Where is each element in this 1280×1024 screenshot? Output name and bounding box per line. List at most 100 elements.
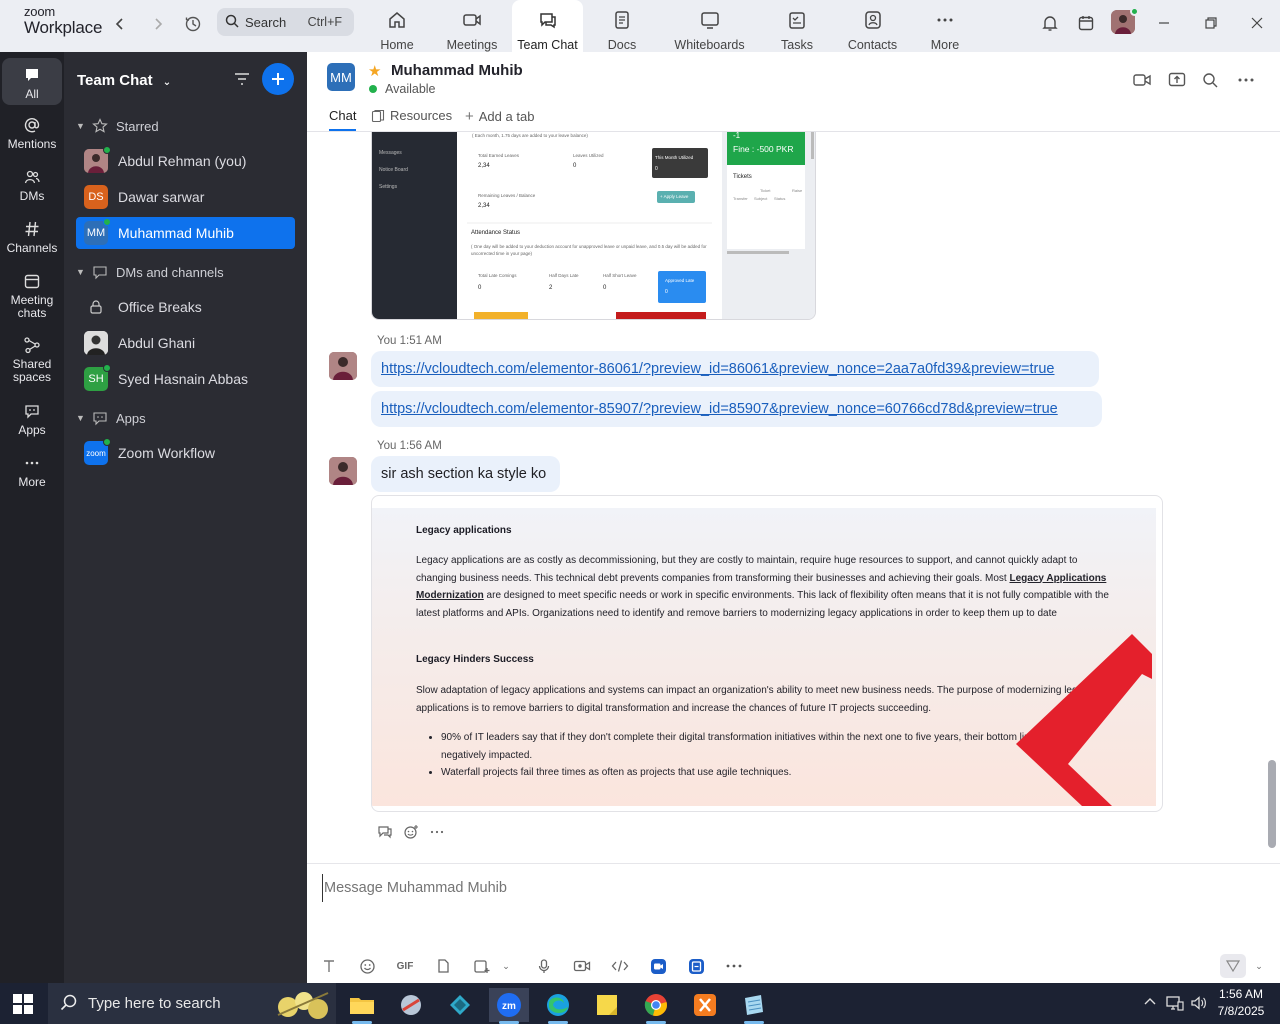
code-snippet-icon[interactable] — [610, 956, 630, 976]
message-bubble[interactable]: https://vcloudtech.com/elementor-85907/?… — [371, 391, 1102, 427]
more-options-icon[interactable] — [1236, 70, 1256, 90]
windows-start-icon[interactable] — [13, 994, 33, 1014]
image-attachment-dashboard[interactable]: Messages Notice Board Settings ( Each mo… — [371, 132, 816, 320]
edge-browser-icon[interactable] — [538, 988, 578, 1024]
add-reaction-icon[interactable] — [403, 824, 419, 845]
tab-more[interactable]: More — [925, 0, 965, 52]
minimize-icon[interactable] — [1152, 11, 1176, 35]
message-bubble[interactable]: sir ash section ka style ko — [371, 456, 560, 492]
taskbar-search[interactable]: Type here to search — [48, 983, 336, 1024]
file-explorer-icon[interactable] — [342, 988, 382, 1024]
file-icon[interactable] — [433, 956, 453, 976]
tab-home[interactable]: Home — [372, 0, 422, 52]
rail-shared-spaces[interactable]: Shared spaces — [2, 336, 62, 384]
microphone-icon[interactable] — [534, 956, 554, 976]
notepad-icon[interactable] — [734, 988, 774, 1024]
close-icon[interactable] — [1245, 11, 1269, 35]
chevron-down-icon[interactable]: ⌄ — [1249, 956, 1269, 976]
tab-whiteboards[interactable]: Whiteboards — [672, 0, 747, 52]
message-input[interactable] — [322, 874, 1222, 902]
more-actions-icon[interactable] — [429, 824, 445, 845]
rail-all[interactable]: All — [2, 58, 62, 105]
volume-icon[interactable] — [1190, 995, 1208, 1014]
profile-avatar[interactable] — [1111, 7, 1139, 34]
section-starred[interactable]: ▼ Starred — [76, 118, 159, 134]
bell-icon[interactable] — [1038, 11, 1062, 35]
rail-apps[interactable]: Apps — [2, 402, 62, 437]
avatar[interactable] — [329, 457, 357, 485]
format-text-icon[interactable] — [319, 956, 339, 976]
zoom-app-icon[interactable] — [648, 956, 668, 976]
sidebar-item-syed-hasnain-abbas[interactable]: SH Syed Hasnain Abbas — [76, 363, 295, 395]
chrome-browser-icon[interactable] — [636, 988, 676, 1024]
tab-team-chat[interactable]: Team Chat — [512, 0, 583, 52]
rail-mentions[interactable]: Mentions — [2, 116, 62, 151]
snipping-tool-icon[interactable] — [391, 988, 431, 1022]
message-link[interactable]: https://vcloudtech.com/elementor-86061/?… — [381, 361, 1055, 377]
global-search[interactable]: Search Ctrl+F — [217, 8, 354, 36]
network-icon[interactable] — [1166, 995, 1184, 1014]
screenshot-icon[interactable] — [471, 956, 491, 976]
sidebar-item-abdul-rehman[interactable]: Abdul Rehman (you) — [76, 145, 295, 177]
send-options-icon[interactable] — [1220, 954, 1246, 978]
dashboard-text: Half Days Late — [549, 273, 579, 278]
zoom-docs-app-icon[interactable] — [686, 956, 706, 976]
sidebar-item-label: Abdul Ghani — [118, 335, 196, 351]
message-bubble[interactable]: https://vcloudtech.com/elementor-86061/?… — [371, 351, 1099, 387]
tab-tasks[interactable]: Tasks — [777, 0, 817, 52]
contact-name[interactable]: Muhammad Muhib — [391, 62, 523, 79]
sidebar-item-abdul-ghani[interactable]: Abdul Ghani — [76, 327, 295, 359]
gif-button[interactable]: GIF — [395, 956, 415, 976]
forward-arrow-icon[interactable] — [148, 14, 168, 34]
back-arrow-icon[interactable] — [110, 14, 130, 34]
sticky-notes-icon[interactable] — [587, 988, 627, 1022]
image-attachment-article[interactable]: Legacy applications Legacy applications … — [371, 495, 1163, 812]
dashboard-text: 0 — [573, 163, 577, 169]
tab-meetings[interactable]: Meetings — [442, 0, 502, 52]
tab-contacts[interactable]: Contacts — [845, 0, 900, 52]
rail-more[interactable]: More — [2, 454, 62, 489]
taskbar-clock[interactable]: 1:56 AM 7/8/2025 — [1210, 986, 1272, 1020]
article-list-item: Waterfall projects fail three times as o… — [441, 764, 1097, 782]
sidebar-item-zoom-workflow[interactable]: zoom Zoom Workflow — [76, 437, 295, 469]
reply-thread-icon[interactable] — [377, 824, 393, 845]
app-diamond-icon[interactable] — [440, 988, 480, 1022]
chevron-down-icon[interactable]: ⌄ — [496, 956, 516, 976]
message-list[interactable]: Messages Notice Board Settings ( Each mo… — [307, 132, 1280, 863]
message-scrollbar[interactable] — [1268, 760, 1276, 848]
video-message-icon[interactable] — [572, 956, 592, 976]
section-dms-channels[interactable]: ▼ DMs and channels — [76, 264, 224, 280]
avatar[interactable] — [329, 352, 357, 380]
calendar-icon[interactable] — [1074, 11, 1098, 35]
tab-resources[interactable]: Resources — [371, 108, 452, 123]
tab-chat[interactable]: Chat — [329, 108, 357, 131]
sidebar-item-office-breaks[interactable]: Office Breaks — [76, 291, 295, 323]
emoji-icon[interactable] — [357, 956, 377, 976]
message-link[interactable]: https://vcloudtech.com/elementor-85907/?… — [381, 401, 1058, 417]
share-screen-icon[interactable] — [1167, 70, 1187, 90]
rail-dms[interactable]: DMs — [2, 168, 62, 203]
rail-label: Shared spaces — [12, 357, 52, 384]
contact-avatar[interactable]: MM — [327, 63, 355, 91]
history-icon[interactable] — [183, 14, 203, 34]
rail-channels[interactable]: Channels — [2, 220, 62, 255]
more-tools-icon[interactable] — [724, 956, 744, 976]
section-apps[interactable]: ▼ Apps — [76, 410, 146, 426]
chevron-up-icon[interactable] — [1143, 995, 1157, 1012]
star-filled-icon[interactable]: ★ — [368, 62, 381, 80]
sidebar-item-dawar-sarwar[interactable]: DS Dawar sarwar — [76, 181, 295, 213]
rail-label: DMs — [19, 189, 45, 203]
search-icon[interactable] — [1200, 70, 1220, 90]
zoom-taskbar-icon[interactable]: zm — [489, 988, 529, 1024]
tab-docs[interactable]: Docs — [602, 0, 642, 52]
xampp-icon[interactable] — [685, 988, 725, 1022]
filter-icon[interactable] — [233, 70, 253, 90]
dashboard-nav: Messages Notice Board Settings — [379, 145, 408, 196]
sidebar-item-muhammad-muhib[interactable]: MM Muhammad Muhib — [76, 217, 295, 249]
tab-add[interactable]: + Add a tab — [465, 108, 534, 125]
rail-meeting-chats[interactable]: Meeting chats — [2, 272, 62, 320]
new-chat-button[interactable] — [262, 63, 294, 95]
sidebar-title[interactable]: Team Chat ⌄ — [77, 72, 171, 89]
restore-icon[interactable] — [1199, 11, 1223, 35]
video-call-icon[interactable] — [1132, 70, 1152, 90]
